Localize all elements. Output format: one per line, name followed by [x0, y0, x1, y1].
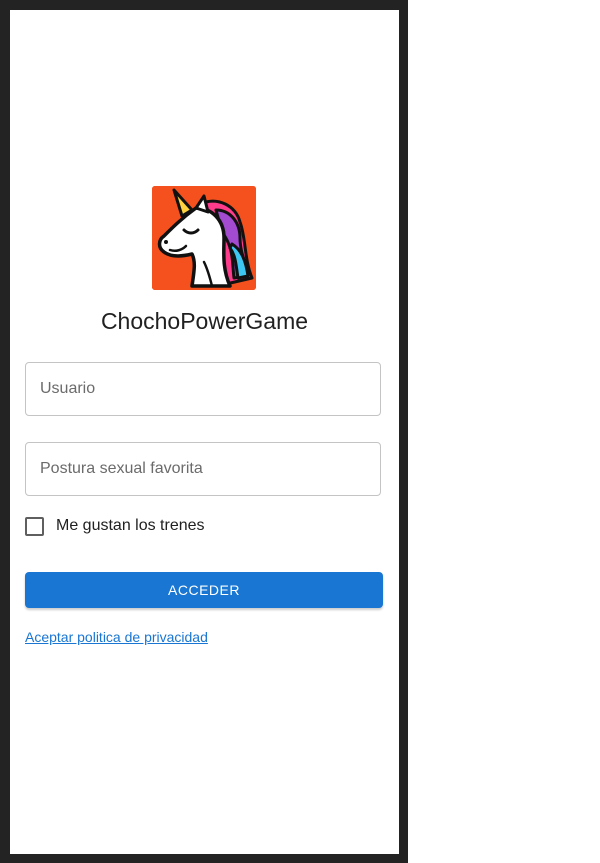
device-frame: ChochoPowerGame Me gustan los trenes ACC…	[0, 0, 408, 863]
login-button[interactable]: ACCEDER	[25, 572, 383, 608]
position-field[interactable]	[25, 442, 381, 496]
unicorn-icon	[152, 186, 256, 290]
privacy-policy-link[interactable]: Aceptar politica de privacidad	[25, 629, 208, 645]
username-input[interactable]	[26, 363, 380, 415]
app-logo	[152, 186, 256, 290]
login-screen: ChochoPowerGame Me gustan los trenes ACC…	[10, 10, 399, 854]
trains-checkbox-label: Me gustan los trenes	[56, 517, 205, 534]
app-title: ChochoPowerGame	[100, 308, 309, 334]
position-input[interactable]	[26, 443, 380, 495]
username-field[interactable]	[25, 362, 381, 416]
trains-checkbox[interactable]	[25, 516, 44, 536]
trains-checkbox-row[interactable]: Me gustan los trenes	[25, 515, 205, 537]
